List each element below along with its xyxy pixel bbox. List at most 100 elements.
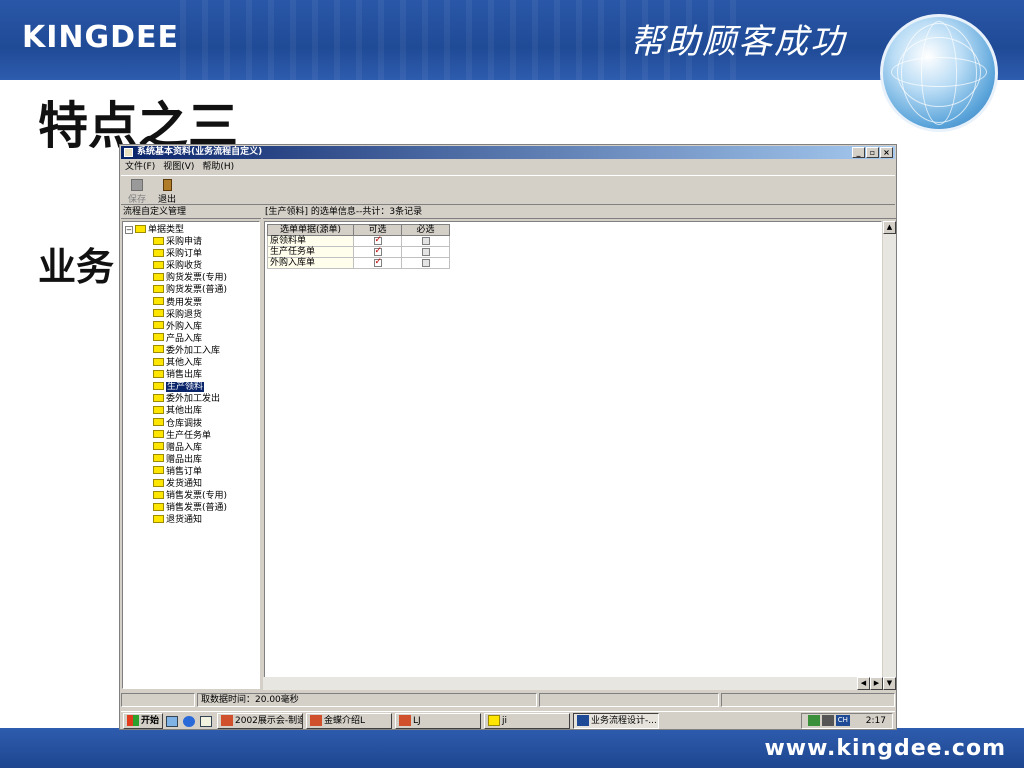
tree-root-label: 单据类型 <box>148 225 185 235</box>
task-button-1[interactable]: 2002展示会-制造 <box>217 713 303 729</box>
outlook-icon[interactable] <box>200 715 212 727</box>
task-button-2[interactable]: 金蝶介绍L <box>306 713 392 729</box>
ppt-icon <box>399 715 411 726</box>
folder-icon <box>153 272 164 281</box>
source-doc-cell: 外购入库单 <box>267 257 354 269</box>
folder-icon <box>153 478 164 487</box>
tree-item[interactable]: 采购退货 <box>153 309 202 321</box>
app-window: 系统基本资料(业务流程自定义) _ ▫ × 文件(F) 视图(V) 帮助(H) … <box>119 144 897 730</box>
optional-checkbox[interactable] <box>373 257 382 267</box>
tree-item[interactable]: 其他出库 <box>153 405 202 417</box>
tree-item-label: 退货通知 <box>166 515 203 526</box>
scroll-right-icon[interactable]: ▶ <box>870 677 883 690</box>
desktop-icon[interactable] <box>166 715 178 727</box>
table-row[interactable]: 外购入库单 <box>267 257 450 269</box>
folder-icon <box>153 381 164 390</box>
folder-icon <box>153 357 164 366</box>
menu-help[interactable]: 帮助(H) <box>202 160 234 174</box>
tree-item[interactable]: 生产任务单 <box>153 430 211 442</box>
tree-item-label: 发货通知 <box>166 479 203 489</box>
app-icon <box>124 148 133 157</box>
tree-item[interactable]: 购货发票(专用) <box>153 272 227 284</box>
table-row[interactable]: 生产任务单 <box>267 246 450 258</box>
save-button[interactable]: 保存 <box>123 178 151 205</box>
task-button-3[interactable]: LJ <box>395 713 481 729</box>
tree-item-label: 产品入库 <box>166 333 203 344</box>
folder-icon <box>153 393 164 402</box>
tree-item[interactable]: 外购入库 <box>153 321 202 333</box>
folder-icon <box>153 514 164 523</box>
folder-icon <box>153 260 164 269</box>
status-fetch-time: 取数据时间：20.00毫秒 <box>197 693 537 707</box>
exit-button[interactable]: 退出 <box>153 178 181 205</box>
horizontal-scrollbar[interactable]: ▶ ◀ <box>263 677 883 690</box>
menu-view[interactable]: 视图(V) <box>163 160 194 174</box>
clock[interactable]: 2:17 <box>866 714 886 728</box>
tree-item[interactable]: 退货通知 <box>153 514 202 526</box>
start-button[interactable]: 开始 <box>123 713 163 729</box>
slide: KINGDEE 帮助顾客成功 特点之三 业务 www.kingdee.com 系… <box>0 0 1024 768</box>
tree-item[interactable]: 费用发票 <box>153 297 202 309</box>
tree-item[interactable]: 销售发票(普通) <box>153 502 227 514</box>
doc-type-tree[interactable]: − 单据类型 采购申请 采购订单 采购收货 购货发票(专用) 购货发票(普通) 费用发票 采购… <box>122 221 260 689</box>
tree-item[interactable]: 采购订单 <box>153 248 202 260</box>
tree-item[interactable]: 采购收货 <box>153 260 202 272</box>
required-checkbox[interactable] <box>421 236 430 245</box>
os-taskbar: 开始 2002展示会-制造 金蝶介绍L LJ ji 业务流程设计-... CH … <box>121 711 895 730</box>
required-cell <box>401 246 450 258</box>
optional-checkbox[interactable] <box>373 235 382 245</box>
folder-icon <box>153 321 164 330</box>
tree-item[interactable]: 发货通知 <box>153 478 202 490</box>
task-button-active[interactable]: 业务流程设计-... <box>573 713 659 729</box>
task-button-4[interactable]: ji <box>484 713 570 729</box>
window-titlebar[interactable]: 系统基本资料(业务流程自定义) _ ▫ × <box>121 146 895 159</box>
vertical-scrollbar[interactable]: ▲ ▼ <box>883 221 896 690</box>
tree-root[interactable]: − 单据类型 <box>125 224 184 236</box>
status-cell-empty <box>121 693 195 707</box>
network-icon[interactable] <box>807 715 820 726</box>
optional-checkbox[interactable] <box>373 246 382 256</box>
tree-item[interactable]: 赠品入库 <box>153 442 202 454</box>
scroll-left-icon[interactable]: ◀ <box>857 677 870 690</box>
restore-button[interactable]: ▫ <box>866 147 879 158</box>
tree-item[interactable]: 销售发票(专用) <box>153 490 227 502</box>
ppt-icon <box>221 715 233 726</box>
ie-icon[interactable] <box>183 715 195 727</box>
ime-icon[interactable]: CH <box>835 715 850 726</box>
tree-item[interactable]: 购货发票(普通) <box>153 284 227 296</box>
menu-file[interactable]: 文件(F) <box>125 160 155 174</box>
tree-item-label: 销售发票(普通) <box>166 503 228 514</box>
tree-item-label: 委外加工入库 <box>166 345 221 356</box>
required-cell <box>401 257 450 269</box>
tree-item[interactable]: 销售出库 <box>153 369 202 381</box>
window-title: 系统基本资料(业务流程自定义) <box>137 147 263 157</box>
close-button[interactable]: × <box>880 147 893 158</box>
scroll-down-icon[interactable]: ▼ <box>883 677 896 690</box>
tree-item[interactable]: 仓库调拨 <box>153 418 202 430</box>
required-checkbox[interactable] <box>421 247 430 256</box>
tree-item[interactable]: 产品入库 <box>153 333 202 345</box>
tree-panel-header: 流程自定义管理 <box>121 206 261 219</box>
tree-item[interactable]: 委外加工入库 <box>153 345 220 357</box>
col-required[interactable]: 必选 <box>401 224 450 236</box>
tree-item[interactable]: 其他入库 <box>153 357 202 369</box>
tree-item[interactable]: 委外加工发出 <box>153 393 220 405</box>
folder-icon <box>153 284 164 293</box>
volume-icon[interactable] <box>821 715 834 726</box>
collapse-icon[interactable]: − <box>125 225 133 234</box>
table-row[interactable]: 原领料单 <box>267 235 450 247</box>
folder-icon <box>153 248 164 257</box>
required-checkbox[interactable] <box>421 258 430 267</box>
detail-panel: [生产领料] 的选单信息--共计：3条记录 选单单据(源单) 可选 必选 原领料… <box>263 206 896 690</box>
folder-icon <box>153 466 164 475</box>
tree-item[interactable]: 销售订单 <box>153 466 202 478</box>
tree-item[interactable]: 赠品出库 <box>153 454 202 466</box>
tree-item-label: 生产任务单 <box>166 430 212 441</box>
minimize-button[interactable]: _ <box>852 147 865 158</box>
col-source-doc[interactable]: 选单单据(源单) <box>267 224 354 236</box>
tray-icons[interactable]: CH <box>807 714 852 728</box>
tree-item[interactable]: 采购申请 <box>153 236 202 248</box>
tree-item[interactable]: 生产领料 <box>153 381 205 393</box>
folder-icon <box>488 715 500 726</box>
scroll-up-icon[interactable]: ▲ <box>883 221 896 234</box>
